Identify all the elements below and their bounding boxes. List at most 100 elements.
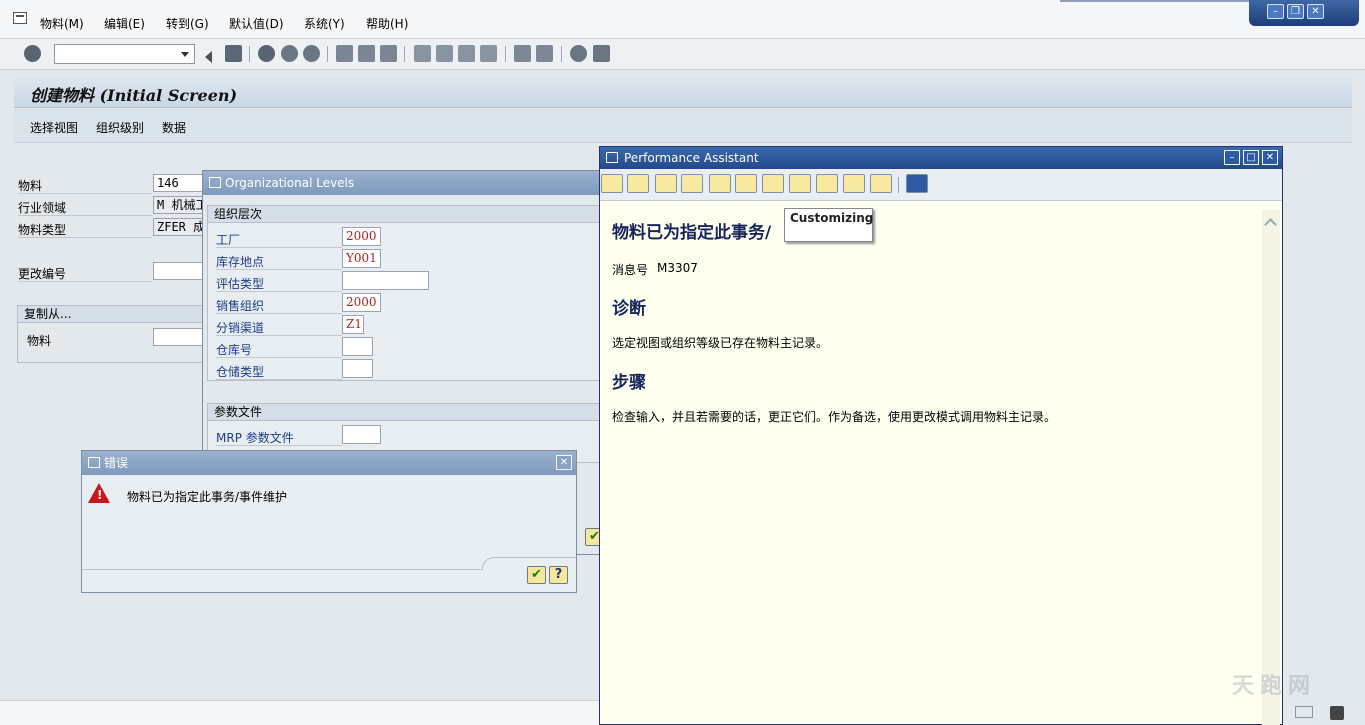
close-icon[interactable]: ✕ xyxy=(1262,150,1278,165)
shortcut-icon[interactable] xyxy=(536,45,553,62)
layout-menu-icon[interactable] xyxy=(593,45,610,62)
org-levels-button[interactable]: 组织级别 xyxy=(96,119,144,136)
material-input[interactable]: 146 xyxy=(153,174,203,192)
customizing-icon[interactable] xyxy=(735,174,757,193)
close-icon[interactable]: ✕ xyxy=(1307,4,1324,19)
plant-label: 工厂 xyxy=(216,233,241,247)
industry-label: 行业领域 xyxy=(18,201,67,215)
copy-material-label: 物料 xyxy=(27,334,52,348)
menu-goto[interactable]: 转到(G) xyxy=(166,15,209,32)
next-page-icon[interactable] xyxy=(458,45,475,62)
arrow-left-icon[interactable] xyxy=(601,174,623,193)
diagnosis-text: 选定视图或组织等级已存在物料主记录。 xyxy=(612,336,829,350)
lock-icon[interactable] xyxy=(1330,706,1344,720)
edit-icon[interactable] xyxy=(709,174,731,193)
performance-assistant-window: Performance Assistant – □ ✕ 物料已为指定此事务/ 消… xyxy=(599,146,1283,725)
change-number-label: 更改编号 xyxy=(18,267,67,281)
message-number-label: 消息号 xyxy=(612,263,649,277)
arrow-right-icon[interactable] xyxy=(627,174,649,193)
chevron-down-icon[interactable] xyxy=(181,52,189,57)
enter-icon[interactable] xyxy=(24,45,41,62)
valuation-type-input[interactable] xyxy=(342,271,429,290)
toolbar-separator xyxy=(404,46,405,62)
find-next-icon[interactable] xyxy=(380,45,397,62)
window-icon xyxy=(606,152,618,163)
help-icon[interactable]: ? xyxy=(549,566,568,584)
close-icon[interactable]: ✕ xyxy=(556,455,572,470)
label-underline xyxy=(216,291,342,292)
book-icon[interactable] xyxy=(655,174,677,193)
close-icon[interactable] xyxy=(906,174,928,193)
sales-org-input[interactable]: 2000 xyxy=(342,293,381,312)
storage-type-label: 仓储类型 xyxy=(216,365,265,379)
material-type-input[interactable]: ZFER 成品 xyxy=(153,218,203,236)
data-button[interactable]: 数据 xyxy=(162,119,186,136)
window-icon xyxy=(209,177,221,188)
storage-type-input[interactable] xyxy=(342,359,373,378)
previous-page-icon[interactable] xyxy=(436,45,453,62)
menu-defaults[interactable]: 默认值(D) xyxy=(229,15,284,32)
menu-system[interactable]: 系统(Y) xyxy=(304,15,345,32)
industry-input[interactable]: M 机械工 xyxy=(153,196,203,214)
exit-icon[interactable] xyxy=(281,45,298,62)
first-page-icon[interactable] xyxy=(414,45,431,62)
select-views-button[interactable]: 选择视图 xyxy=(30,119,78,136)
dialog-divider xyxy=(82,569,482,570)
chevron-up-icon[interactable] xyxy=(1264,218,1277,231)
minimize-icon[interactable]: – xyxy=(1267,4,1284,19)
material-label: 物料 xyxy=(18,179,43,193)
page-title: 创建物料 (Initial Screen) xyxy=(30,86,238,105)
performance-assistant-title: Performance Assistant xyxy=(624,151,759,165)
pa-scrollbar[interactable] xyxy=(1262,210,1280,725)
org-hierarchy-title: 组织层次 xyxy=(208,206,600,223)
watermark-text: 天跑网 xyxy=(1232,674,1317,699)
menu-material[interactable]: 物料(M) xyxy=(40,15,84,32)
back-icon[interactable] xyxy=(258,45,275,62)
menu-help[interactable]: 帮助(H) xyxy=(366,15,408,32)
pa-heading: 物料已为指定此事务/ xyxy=(612,223,772,243)
continue-icon[interactable]: ✔ xyxy=(527,566,546,584)
overwrite-mode-icon xyxy=(1295,706,1313,718)
change-number-input[interactable] xyxy=(153,262,203,280)
performance-assistant-header: Performance Assistant – □ ✕ xyxy=(600,147,1282,169)
warehouse-no-label: 仓库号 xyxy=(216,343,253,357)
technical-info-icon[interactable] xyxy=(681,174,703,193)
valuation-type-label: 评估类型 xyxy=(216,277,265,291)
window-icon xyxy=(88,457,100,468)
new-session-icon[interactable] xyxy=(514,45,531,62)
save-icon[interactable] xyxy=(225,45,242,62)
link-icon[interactable] xyxy=(843,174,865,193)
table-icon[interactable] xyxy=(789,174,811,193)
menu-edit[interactable]: 编辑(E) xyxy=(104,15,145,32)
cancel-icon[interactable] xyxy=(303,45,320,62)
label-underline xyxy=(216,357,342,358)
minimize-icon[interactable]: – xyxy=(1224,150,1240,165)
warning-icon: ! xyxy=(88,483,110,503)
command-field[interactable] xyxy=(54,44,195,64)
menu-bar: 物料(M) 编辑(E) 转到(G) 默认值(D) 系统(Y) 帮助(H) xyxy=(0,0,1365,39)
field-icon[interactable] xyxy=(816,174,838,193)
mrp-profile-input[interactable] xyxy=(342,425,381,444)
label-underline xyxy=(18,215,152,216)
plant-input[interactable]: 2000 xyxy=(342,227,381,246)
restore-icon[interactable]: ❐ xyxy=(1287,4,1304,19)
distribution-channel-label: 分销渠道 xyxy=(216,321,265,335)
warehouse-no-input[interactable] xyxy=(342,337,373,356)
user-icon[interactable] xyxy=(762,174,784,193)
maximize-icon[interactable]: □ xyxy=(1243,150,1259,165)
find-icon[interactable] xyxy=(358,45,375,62)
profiles-title: 参数文件 xyxy=(208,404,600,421)
system-menu-icon[interactable] xyxy=(13,12,27,24)
title-bar: 创建物料 (Initial Screen) xyxy=(14,78,1352,108)
storage-location-input[interactable]: Y001 xyxy=(342,249,381,268)
distribution-channel-input[interactable]: Z1 xyxy=(342,315,364,334)
print-icon[interactable] xyxy=(870,174,892,193)
back-arrow-icon[interactable] xyxy=(205,51,212,63)
window-controls: – ❐ ✕ xyxy=(1249,0,1359,26)
message-number-value: M3307 xyxy=(657,261,698,275)
org-levels-header: Organizational Levels xyxy=(203,171,599,195)
copy-material-input[interactable] xyxy=(153,328,203,346)
help-icon[interactable] xyxy=(570,45,587,62)
last-page-icon[interactable] xyxy=(480,45,497,62)
print-icon[interactable] xyxy=(336,45,353,62)
